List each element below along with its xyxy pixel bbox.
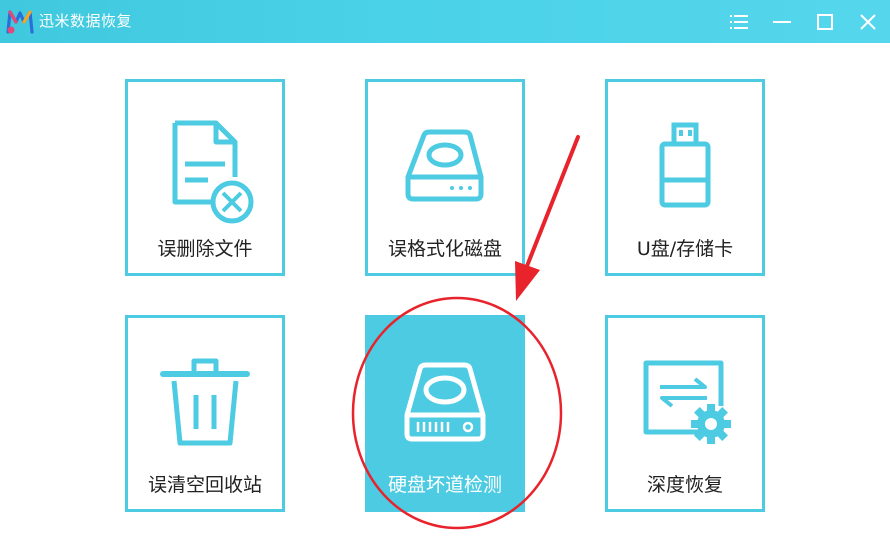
app-logo-icon xyxy=(5,8,35,35)
tile-formatted-disk[interactable]: 误格式化磁盘 xyxy=(365,79,525,276)
tile-label: 误清空回收站 xyxy=(147,474,262,496)
usb-drive-icon xyxy=(608,82,762,232)
hard-drive-icon xyxy=(368,318,522,468)
tile-label: 深度恢复 xyxy=(646,474,723,496)
close-icon[interactable] xyxy=(856,10,880,34)
tile-label: 硬盘坏道检测 xyxy=(387,474,502,496)
title-bar: 迅米数据恢复 xyxy=(0,0,890,43)
deleted-file-icon xyxy=(128,82,282,232)
tile-label: U盘/存储卡 xyxy=(636,238,734,260)
trash-icon xyxy=(128,318,282,468)
minimize-icon[interactable] xyxy=(770,10,794,34)
disk-icon xyxy=(368,82,522,232)
red-arrow-shaft xyxy=(525,135,580,268)
tile-usb-storage[interactable]: U盘/存储卡 xyxy=(605,79,765,276)
app-title: 迅米数据恢复 xyxy=(39,12,133,30)
tile-deleted-files[interactable]: 误删除文件 xyxy=(125,79,285,276)
maximize-icon[interactable] xyxy=(813,10,837,34)
tile-label: 误删除文件 xyxy=(157,238,253,260)
tile-recycle-bin[interactable]: 误清空回收站 xyxy=(125,315,285,512)
deep-recovery-icon xyxy=(608,318,762,468)
tile-label: 误格式化磁盘 xyxy=(387,238,502,260)
tile-bad-sector-check[interactable]: 硬盘坏道检测 xyxy=(365,315,525,512)
tile-deep-recovery[interactable]: 深度恢复 xyxy=(605,315,765,512)
menu-icon[interactable] xyxy=(727,10,751,34)
